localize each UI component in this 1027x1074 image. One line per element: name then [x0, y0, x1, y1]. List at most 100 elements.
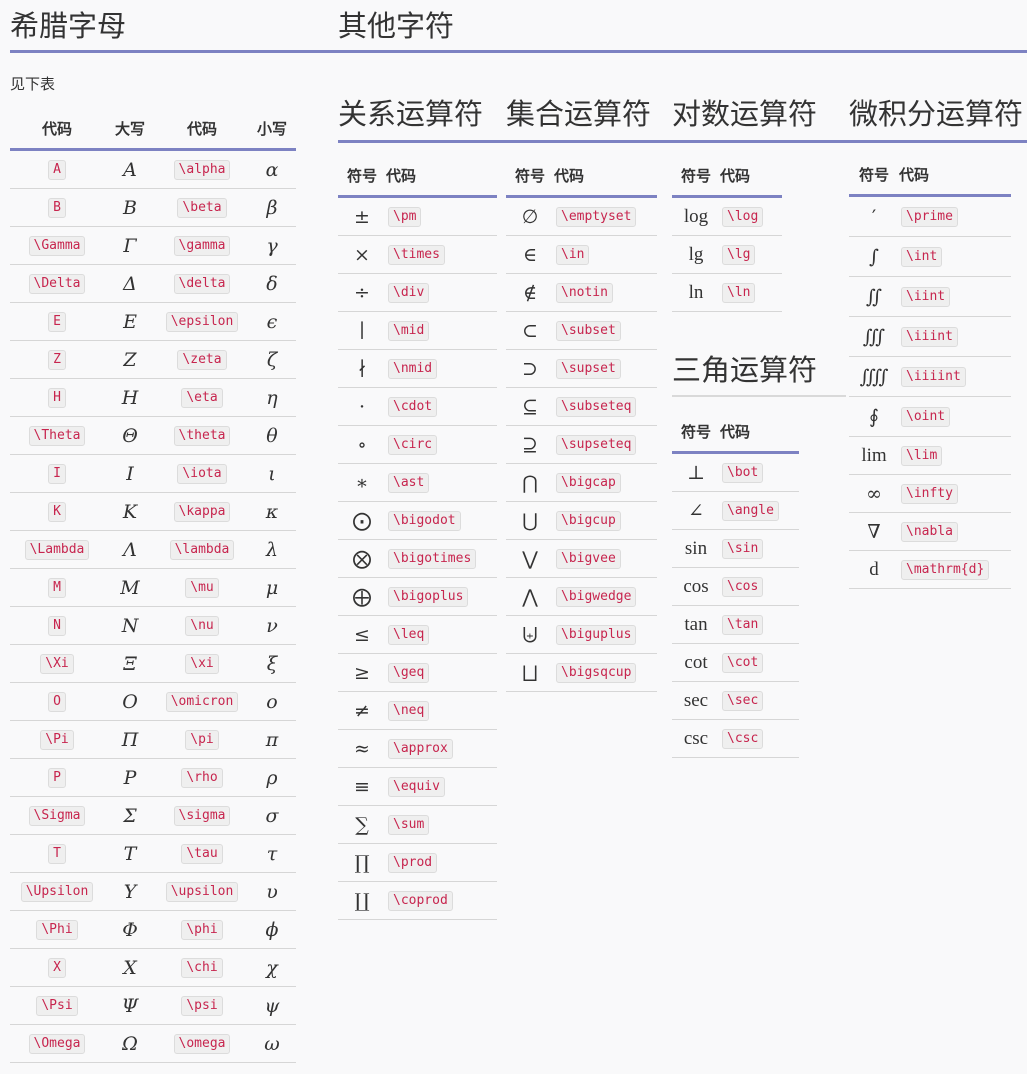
- code-cell: \coprod: [386, 881, 497, 920]
- uppercase-symbol: Ψ: [104, 986, 156, 1025]
- lowercase-symbol: ϕ: [248, 910, 296, 949]
- uppercase-symbol: Σ: [104, 796, 156, 835]
- code-cell: K: [10, 492, 104, 531]
- code-cell: \mathrm{d}: [899, 550, 1011, 589]
- latex-code: \pi: [185, 729, 219, 750]
- code-cell: A: [10, 149, 104, 189]
- latex-code: \sum: [388, 814, 430, 835]
- operator-symbol: ⊃: [506, 349, 554, 388]
- calculus-row: ∭ \iiint: [849, 316, 1011, 357]
- operator-symbol: ⨁: [338, 577, 386, 616]
- trig-heading-rule: [672, 395, 846, 397]
- latex-code: \Upsilon: [20, 881, 94, 902]
- latex-code: \coprod: [388, 890, 453, 911]
- latex-code: T: [48, 843, 66, 864]
- code-cell: \pm: [386, 196, 497, 236]
- lowercase-symbol: ζ: [248, 340, 296, 379]
- operator-symbol: ∤: [338, 349, 386, 388]
- code-cell: \tau: [156, 834, 248, 873]
- latex-code: \iint: [901, 286, 951, 307]
- uppercase-symbol: Γ: [104, 226, 156, 265]
- greek-row: \Omega Ω \omega ω: [10, 1024, 296, 1063]
- latex-code: \Theta: [28, 425, 86, 446]
- calculus-row: ⨌ \iiiint: [849, 356, 1011, 397]
- uppercase-symbol: B: [104, 188, 156, 227]
- latex-code: \bigsqcup: [556, 662, 637, 683]
- lowercase-symbol: δ: [248, 264, 296, 303]
- latex-code: \Gamma: [28, 235, 86, 256]
- latex-code: \lambda: [169, 539, 235, 560]
- latex-code: \Delta: [28, 273, 86, 294]
- relation-row: ≡ \equiv: [338, 767, 497, 806]
- greek-row: B B \beta β: [10, 188, 296, 227]
- greek-row: \Gamma Γ \gamma γ: [10, 226, 296, 265]
- trig-row: ∠ \angle: [672, 491, 799, 530]
- latex-code: \log: [722, 206, 764, 227]
- operator-symbol: tan: [672, 605, 720, 644]
- code-cell: \log: [720, 196, 782, 236]
- code-cell: \zeta: [156, 340, 248, 379]
- greek-row: K K \kappa κ: [10, 492, 296, 531]
- latex-code: \nmid: [388, 358, 438, 379]
- set-row: ∈ \in: [506, 235, 657, 274]
- lowercase-symbol: η: [248, 378, 296, 417]
- relation-row: ∑ \sum: [338, 805, 497, 844]
- code-cell: \Gamma: [10, 226, 104, 265]
- header-code: 代码: [720, 422, 751, 441]
- operator-symbol: ⋀: [506, 577, 554, 616]
- operator-symbol: ln: [672, 273, 720, 312]
- set-row: ⊃ \supset: [506, 349, 657, 388]
- code-cell: \beta: [156, 188, 248, 227]
- latex-code: \eta: [181, 387, 223, 408]
- operator-symbol: ∘: [338, 425, 386, 464]
- lowercase-symbol: ι: [248, 454, 296, 493]
- set-operators-heading: 集合运算符: [506, 97, 652, 131]
- header-symbol: 符号: [858, 165, 889, 184]
- operator-symbol: ±: [338, 196, 386, 236]
- latex-code: \emptyset: [556, 206, 637, 227]
- latex-code: \mu: [185, 577, 219, 598]
- latex-code: \ast: [388, 472, 430, 493]
- latex-code: \psi: [181, 995, 223, 1016]
- set-row: ∅ \emptyset: [506, 196, 657, 236]
- uppercase-symbol: Θ: [104, 416, 156, 455]
- lowercase-symbol: ϵ: [248, 302, 296, 341]
- code-cell: \Phi: [10, 910, 104, 949]
- uppercase-symbol: Λ: [104, 530, 156, 569]
- greek-row: \Lambda Λ \lambda λ: [10, 530, 296, 569]
- operator-symbol: ∭: [849, 316, 899, 357]
- calculus-row: lim \lim: [849, 436, 1011, 475]
- code-cell: \mid: [386, 311, 497, 350]
- lowercase-symbol: ν: [248, 606, 296, 645]
- trig-row: tan \tan: [672, 605, 799, 644]
- set-row: ∉ \notin: [506, 273, 657, 312]
- latex-code: \bigodot: [388, 510, 461, 531]
- code-cell: \alpha: [156, 149, 248, 189]
- header-upper: 大写: [114, 119, 145, 138]
- trig-row: csc \csc: [672, 719, 799, 758]
- uppercase-symbol: O: [104, 682, 156, 721]
- latex-code: \Omega: [28, 1033, 86, 1054]
- code-cell: \tan: [720, 605, 799, 644]
- code-cell: \supseteq: [554, 425, 657, 464]
- lowercase-symbol: υ: [248, 872, 296, 911]
- latex-code: \Xi: [40, 653, 74, 674]
- greek-row: N N \nu ν: [10, 606, 296, 645]
- code-cell: \pi: [156, 720, 248, 759]
- code-cell: H: [10, 378, 104, 417]
- relation-row: ∐ \coprod: [338, 881, 497, 920]
- operator-symbol: ⨀: [338, 501, 386, 540]
- greek-row: T T \tau τ: [10, 834, 296, 873]
- code-cell: \leq: [386, 615, 497, 654]
- operator-symbol: ⊥: [672, 452, 720, 492]
- latex-code: \Sigma: [28, 805, 86, 826]
- operator-symbol: lim: [849, 436, 899, 475]
- latex-code: \lim: [901, 445, 943, 466]
- greek-row: \Psi Ψ \psi ψ: [10, 986, 296, 1025]
- relation-row: × \times: [338, 235, 497, 274]
- operator-symbol: ∣: [338, 311, 386, 350]
- latex-code: \oint: [901, 406, 951, 427]
- calculus-row: d \mathrm{d}: [849, 550, 1011, 589]
- code-cell: \times: [386, 235, 497, 274]
- code-cell: \bigcup: [554, 501, 657, 540]
